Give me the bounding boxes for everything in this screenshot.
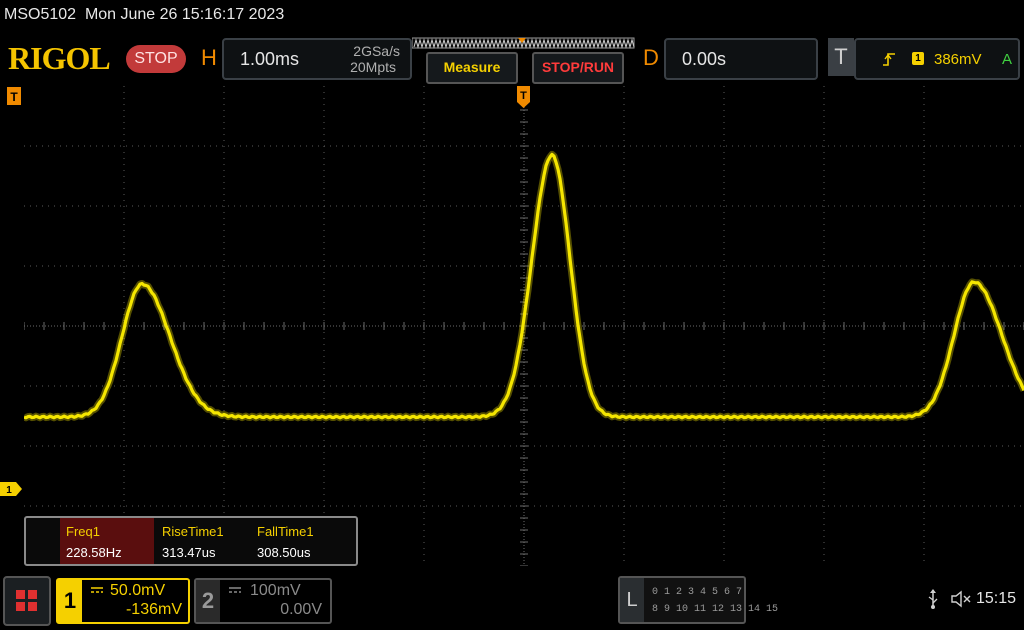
delay-panel[interactable]: D 0.00s — [636, 38, 820, 80]
trigger-level: 386mV — [934, 51, 982, 68]
dc-coupling-icon — [229, 587, 241, 593]
title-text: MSO5102 Mon June 26 15:16:17 2023 — [4, 6, 284, 24]
trigger-position-label: T — [520, 90, 527, 102]
channel2-offset: 0.00V — [280, 601, 322, 618]
grid-menu-icon — [16, 590, 37, 611]
trigger-values: 1 386mV A — [854, 38, 1020, 80]
horizontal-letter: H — [201, 45, 217, 70]
trigger-level-marker[interactable]: T — [6, 86, 24, 108]
memory-depth: 20Mpts — [350, 59, 396, 75]
channel1-scale: 50.0mV — [110, 582, 166, 599]
speaker-muted-icon[interactable] — [950, 590, 972, 608]
logic-channels-row1: 0 1 2 3 4 5 6 7 — [652, 587, 743, 598]
run-state-badge[interactable]: STOP — [126, 45, 186, 73]
measurement-value: 228.58Hz — [66, 545, 122, 560]
title-bar: MSO5102 Mon June 26 15:16:17 2023 — [0, 0, 1024, 32]
date-time: Mon June 26 15:16:17 2023 — [84, 6, 285, 23]
channel2-scale: 100mV — [250, 582, 301, 599]
stop-run-button[interactable]: STOP/RUN — [532, 52, 624, 84]
logic-letter: L — [620, 578, 644, 622]
trigger-mode: A — [1002, 51, 1013, 68]
delay-value: 0.00s — [682, 49, 727, 69]
logic-channels-row2: 8 9 10 11 12 13 14 15 — [652, 604, 779, 615]
measurement-value: 313.47us — [162, 545, 216, 560]
model-name: MSO5102 — [4, 6, 77, 23]
trigger-panel[interactable]: T 1 386mV A — [826, 38, 1022, 80]
main-menu-button[interactable] — [3, 576, 51, 626]
measurement-panel[interactable]: Freq1 228.58Hz RiseTime1 313.47us FallTi… — [24, 516, 358, 566]
horizontal-panel[interactable]: H 1.00ms 2GSa/s 20Mpts — [194, 38, 414, 80]
channel2-panel[interactable]: 2 100mV 0.00V — [194, 578, 332, 624]
trigger-letter: T — [828, 38, 854, 76]
trigger-position-top-marker[interactable]: T — [515, 86, 533, 110]
channel2-number: 2 — [196, 580, 220, 622]
measurement-label: RiseTime1 — [162, 524, 224, 539]
logic-analyzer-panel[interactable]: L 0 1 2 3 4 5 6 7 8 9 10 11 12 13 14 15 — [618, 576, 778, 624]
delay-letter: D — [643, 45, 659, 70]
sample-rate: 2GSa/s — [353, 43, 400, 59]
delay-values: 0.00s — [664, 38, 818, 80]
channel1-ground-marker[interactable]: 1 — [0, 481, 24, 497]
rigol-logo: RIGOL — [8, 40, 111, 76]
measurement-item[interactable]: Freq1 228.58Hz — [60, 518, 154, 564]
timebase-value: 1.00ms — [240, 49, 300, 69]
measurement-label: FallTime1 — [257, 524, 314, 539]
usb-icon — [928, 589, 938, 609]
channel1-ground-marker-label: 1 — [6, 485, 12, 496]
memory-overview — [412, 37, 635, 49]
horizontal-values: 1.00ms 2GSa/s 20Mpts — [222, 38, 412, 80]
channel1-panel[interactable]: 1 50.0mV -136mV — [56, 578, 190, 624]
status-time: 15:15 — [976, 590, 1017, 607]
channel1-number: 1 — [58, 580, 82, 622]
measurement-label: Freq1 — [66, 524, 100, 539]
trigger-source: 1 — [912, 52, 924, 65]
trigger-level-marker-label: T — [10, 90, 18, 104]
rising-edge-icon — [883, 53, 895, 66]
measurement-item[interactable]: RiseTime1 313.47us — [156, 518, 250, 564]
waveform-display[interactable] — [24, 86, 1024, 566]
channel1-offset: -136mV — [125, 601, 182, 618]
measurement-value: 308.50us — [257, 545, 311, 560]
dc-coupling-icon — [91, 587, 103, 593]
measurement-item[interactable]: FallTime1 308.50us — [251, 518, 345, 564]
measure-button[interactable]: Measure — [426, 52, 518, 84]
